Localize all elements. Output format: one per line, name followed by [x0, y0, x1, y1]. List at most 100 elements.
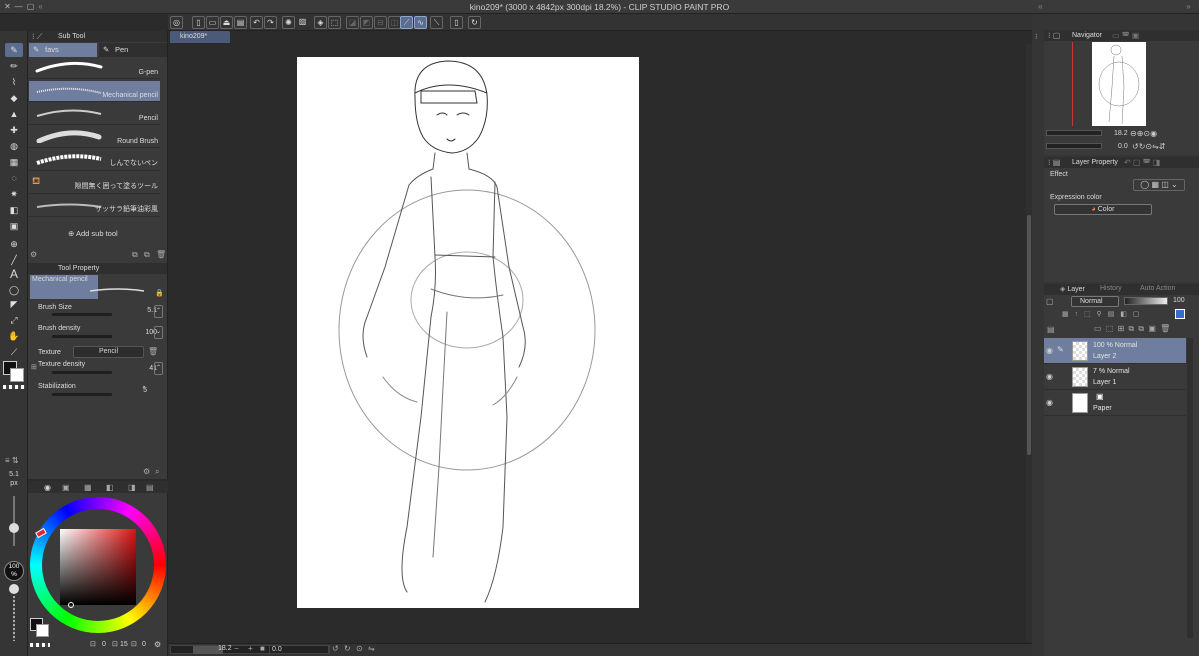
dock-side-icon[interactable]: ⁝ — [1035, 32, 1038, 41]
new-file-icon[interactable]: ▯ — [192, 16, 205, 29]
transform-icon[interactable]: ⬚ — [328, 16, 341, 29]
brush-size-track[interactable] — [13, 496, 15, 546]
reference-layer-icon[interactable] — [1175, 309, 1185, 319]
navigator-rotate-buttons-icon[interactable]: ↺↻⊙⇋⇵ — [1132, 142, 1166, 151]
brush-density-dropdown[interactable]: ⌄ — [154, 326, 163, 339]
open-file-icon[interactable]: ▭ — [206, 16, 219, 29]
brush-item[interactable]: ⛾ 隙間無く囲って塗るツール — [29, 173, 160, 194]
layer-row-layer-1[interactable]: ◉ 7 % Normal Layer 1 — [1044, 364, 1186, 390]
airbrush-tool-icon[interactable]: ✚ — [5, 123, 23, 137]
copy-sub-tool-icon[interactable]: ⧉ — [132, 250, 138, 260]
navigator-preview[interactable] — [1092, 42, 1146, 126]
brush-item[interactable]: ザッサラ鉛筆油彩風 — [29, 196, 160, 217]
tab-favs[interactable]: ✎ favs — [29, 43, 97, 57]
tab-layer[interactable]: ◈ Layer — [1060, 285, 1085, 293]
layer-list-scrollbar[interactable] — [1187, 338, 1193, 638]
auto-select-icon[interactable]: ✷ — [5, 187, 23, 201]
fit-icon[interactable]: ■ — [260, 644, 265, 653]
device-icon[interactable]: ▯ — [450, 16, 463, 29]
layer-lock-buttons[interactable]: ▦ ↑ ⬚ ⚲ ▤ ◧ ▢ — [1062, 310, 1141, 318]
texture-density-slider[interactable] — [52, 371, 112, 374]
wrench-icon[interactable]: ⚙ — [143, 467, 150, 476]
clear-icon[interactable]: ✺ — [282, 16, 295, 29]
fill-tool-icon[interactable]: ◧ — [5, 203, 23, 217]
color-picker-cursor[interactable] — [68, 602, 74, 608]
frame-tool-icon[interactable]: ◤ — [5, 297, 23, 311]
sub-color-chip[interactable] — [36, 624, 49, 637]
panel-menu-icon[interactable]: ⁝ ⟋ — [32, 32, 42, 42]
navigator-tab-icon[interactable]: ▭ ◚ ▣ — [1112, 31, 1139, 40]
saturation-value-square[interactable] — [60, 529, 136, 605]
brush-item[interactable]: Mechanical pencil — [29, 81, 160, 102]
texture-select[interactable]: Pencil — [73, 346, 144, 358]
eye-icon[interactable]: ◉ — [1046, 398, 1053, 407]
color-settings-icon[interactable]: ⚙ — [154, 640, 161, 649]
layer-row-layer-2[interactable]: ◉ ✎ 100 % Normal Layer 2 — [1044, 338, 1186, 364]
lock-icon[interactable]: 🔒 — [155, 289, 164, 297]
tab-auto-action[interactable]: Auto Action — [1140, 285, 1175, 292]
navigator-zoom-buttons-icon[interactable]: ⊖⊕⊙◉ — [1130, 129, 1157, 138]
tab-history[interactable]: History — [1100, 285, 1122, 292]
color-wheel-tab-icon[interactable]: ◉ — [44, 483, 51, 492]
brush-item[interactable]: しんでないペン — [29, 150, 160, 171]
layer-opacity-slider[interactable] — [1124, 297, 1168, 305]
eye-icon[interactable]: ◉ — [1046, 346, 1053, 355]
undo-icon[interactable]: ↶ — [250, 16, 263, 29]
transparent-chip[interactable] — [30, 643, 50, 647]
snap-ruler-icon[interactable]: ⟋ — [400, 16, 413, 29]
reset-rotation-icon[interactable]: ⊙ — [356, 644, 363, 653]
duplicate-sub-tool-icon[interactable]: ⧉ — [144, 250, 150, 260]
expand-icon[interactable]: ⊞ — [31, 363, 37, 371]
layer-mask-icon[interactable]: ▢ — [1046, 297, 1054, 306]
text-tool-icon[interactable]: A — [5, 267, 23, 281]
redo-icon[interactable]: ↷ — [264, 16, 277, 29]
brush-size-slider[interactable] — [52, 313, 112, 316]
search-icon[interactable]: ⌕ — [155, 467, 159, 477]
intermediate-color-tab-icon[interactable]: ◧ — [106, 483, 114, 492]
brush-item[interactable]: Pencil — [29, 104, 160, 125]
balloon-tool-icon[interactable]: ◯ — [5, 283, 23, 297]
stabilization-slider[interactable] — [52, 393, 112, 396]
collapse-right-icon[interactable]: « — [1036, 2, 1045, 11]
brush-item[interactable]: G-pen — [29, 58, 160, 79]
export-icon[interactable]: ▤ — [234, 16, 247, 29]
zoom-tool-icon[interactable]: ⊕ — [5, 237, 23, 251]
deselect-icon[interactable]: ◪ — [346, 16, 359, 29]
eraser-tool-icon[interactable]: ◆ — [5, 91, 23, 105]
delete-sub-tool-icon[interactable]: 🗑 — [156, 250, 166, 259]
eye-icon[interactable]: ◉ — [1046, 372, 1053, 381]
app-menu-icon[interactable]: ◎ — [170, 16, 183, 29]
clear-outside-icon[interactable]: ▨ — [296, 16, 309, 29]
transparent-color-swatch[interactable] — [3, 385, 25, 389]
vertical-scroll-thumb[interactable] — [1027, 215, 1031, 455]
pen-tool-icon[interactable]: ✎ — [5, 43, 23, 57]
canvas-paper[interactable] — [297, 57, 639, 608]
expand-right-icon[interactable]: » — [1184, 2, 1193, 11]
layer-row-paper[interactable]: ◉ ▣ Paper — [1044, 390, 1186, 416]
opacity-handle[interactable] — [9, 584, 19, 594]
layer-property-menu-icon[interactable]: ⁝ ▤ — [1048, 158, 1060, 167]
rotate-right-icon[interactable]: ↻ — [344, 644, 351, 653]
texture-density-spinner[interactable]: ⌃ — [154, 362, 163, 375]
eyedropper-tool-icon[interactable]: ⟋ — [5, 345, 23, 359]
brush-size-spinner[interactable]: ⌃ — [154, 305, 163, 318]
sub-color-swatch[interactable] — [10, 368, 24, 382]
brush-item[interactable]: Round Brush — [29, 127, 160, 148]
flip-icon[interactable]: ⇋ — [368, 644, 375, 653]
brush-size-handle[interactable] — [9, 523, 19, 533]
color-slider-tab-icon[interactable]: ▣ — [62, 483, 70, 492]
move-tool-icon[interactable]: ⤢ — [5, 313, 23, 327]
expression-color-select[interactable]: ◕ Color — [1054, 204, 1152, 215]
effect-buttons[interactable]: ◯ ▦ ◫ ⌄ — [1133, 179, 1185, 191]
invert-selection-icon[interactable]: ◩ — [360, 16, 373, 29]
fill-icon[interactable]: ◈ — [314, 16, 327, 29]
companion-icon[interactable]: ↻ — [468, 16, 481, 29]
decoration-tool-icon[interactable]: ▲ — [5, 107, 23, 121]
rotate-left-icon[interactable]: ↺ — [332, 644, 339, 653]
add-sub-tool-button[interactable]: ⊕ Add sub tool — [68, 229, 118, 238]
layer-action-buttons[interactable]: ▭ ⬚ ⊞ ⧉ ⧉ ▣ 🗑 — [1094, 324, 1171, 334]
stabilization-spinner[interactable]: ⌃ — [141, 385, 147, 393]
zoom-value[interactable]: 18.2 — [218, 645, 232, 652]
hand-tool-icon[interactable]: ✋ — [5, 329, 23, 343]
color-history-tab-icon[interactable]: ▤ — [146, 483, 154, 492]
